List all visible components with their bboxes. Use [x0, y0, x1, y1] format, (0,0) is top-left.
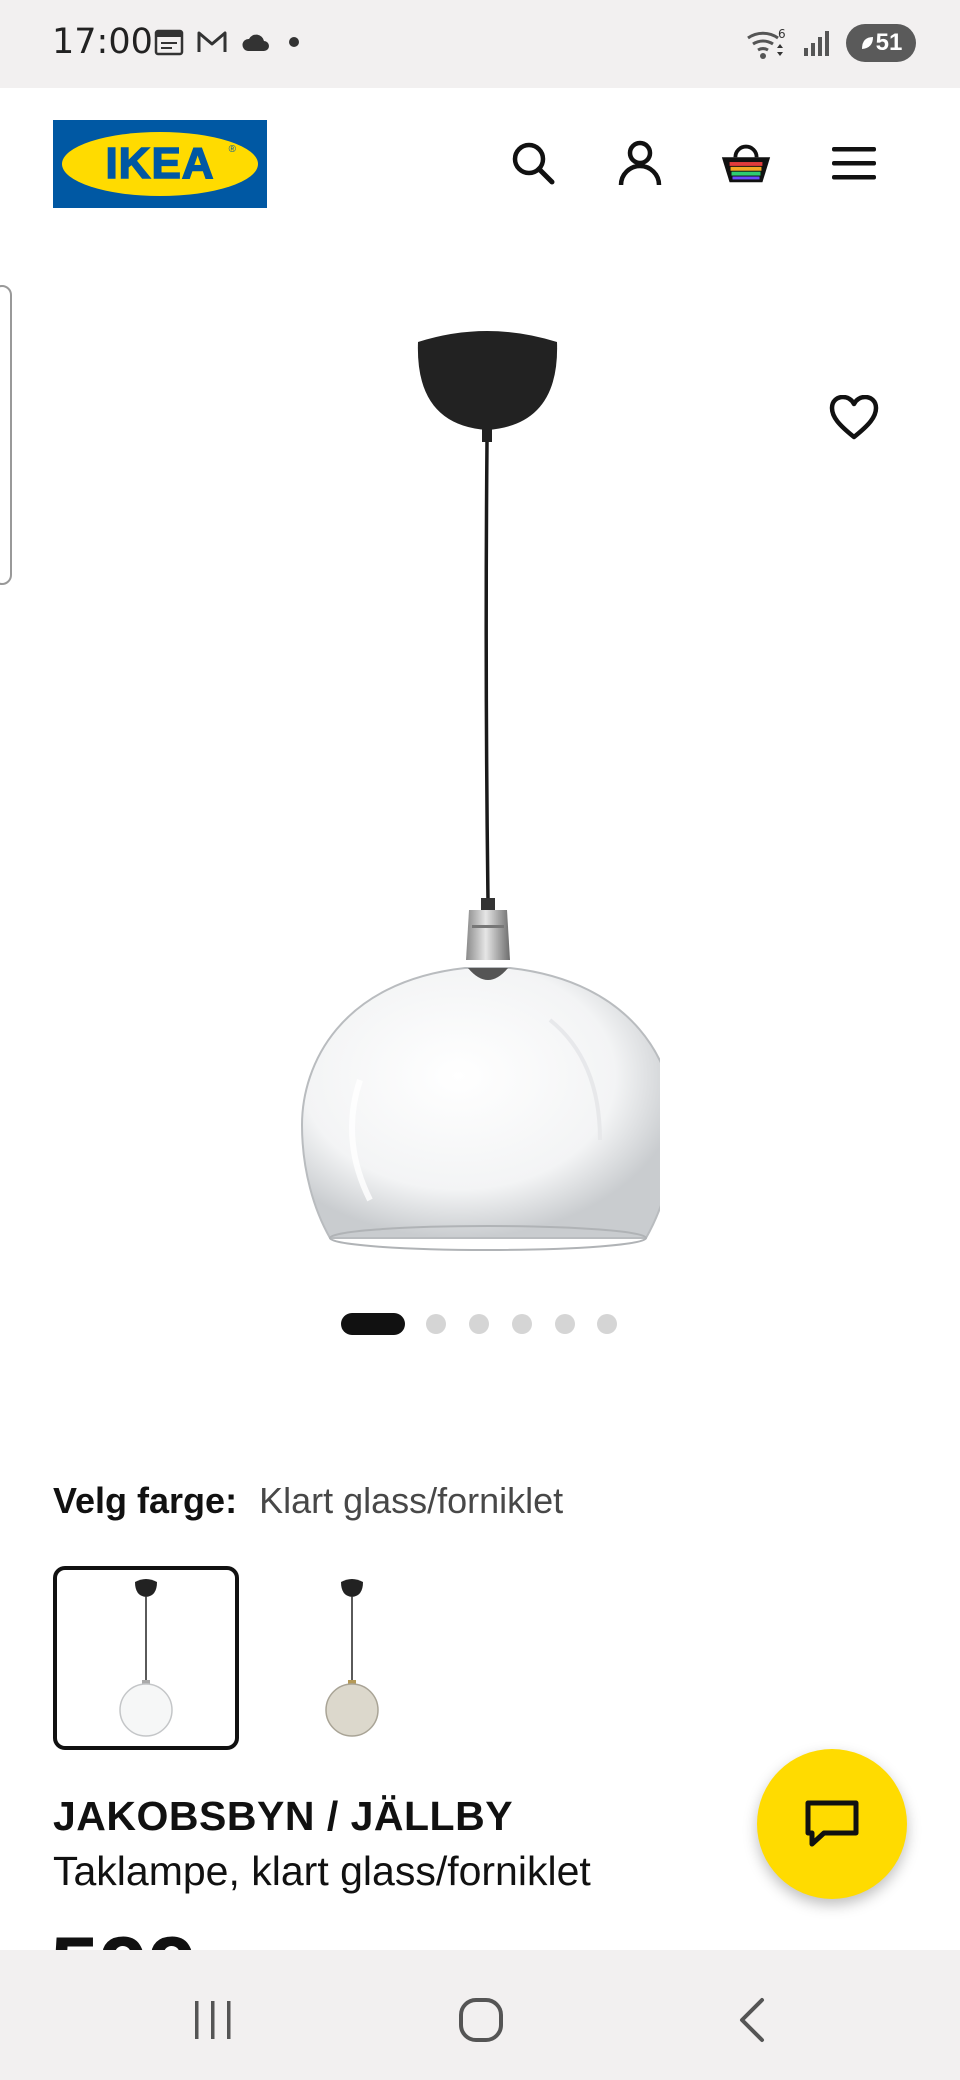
dot-icon: [289, 37, 299, 47]
signal-icon: [804, 31, 829, 56]
pagination-dot-active[interactable]: [341, 1313, 405, 1335]
color-value: Klart glass/forniklet: [259, 1480, 564, 1521]
back-button[interactable]: [711, 1980, 791, 2060]
leaf-icon: [861, 37, 873, 49]
status-time: 17:00: [52, 22, 153, 62]
home-button[interactable]: [441, 1980, 521, 2060]
account-icon: [618, 140, 662, 186]
color-swatch-clear-glass[interactable]: [53, 1566, 239, 1750]
menu-icon: [832, 147, 876, 180]
product-description: Taklampe, klart glass/forniklet: [53, 1848, 591, 1894]
status-bar: 17:00 6 51: [0, 0, 960, 88]
heart-icon: [829, 395, 879, 440]
product-name: JAKOBSBYN / JÄLLBY: [53, 1793, 514, 1839]
shopping-bag-icon: [721, 144, 771, 183]
logo-registered-mark: ®: [228, 144, 236, 155]
battery-indicator: 51: [846, 24, 916, 62]
pagination-dot[interactable]: [555, 1314, 575, 1334]
pagination-dot[interactable]: [512, 1314, 532, 1334]
search-icon: [512, 142, 555, 185]
system-nav-bar: [0, 1950, 960, 2080]
system-icons: 6 51: [744, 24, 916, 62]
price-value: 599: [50, 1924, 197, 1951]
wifi-icon: 6: [747, 27, 786, 59]
pagination-dot[interactable]: [426, 1314, 446, 1334]
color-label: Velg farge:: [53, 1480, 238, 1521]
battery-level: 51: [875, 29, 903, 56]
color-swatch-smoked-glass[interactable]: [258, 1566, 444, 1750]
product-price: 599: [50, 1918, 197, 1951]
wifi-badge: 6: [778, 27, 786, 41]
notification-icons: [154, 28, 306, 56]
site-header: IKEA ®: [0, 88, 960, 238]
account-button[interactable]: [612, 135, 668, 191]
pagination-dot[interactable]: [469, 1314, 489, 1334]
product-image: [300, 331, 660, 1251]
recent-apps-icon: [195, 2001, 231, 2039]
gmail-icon: [197, 31, 227, 52]
calendar-icon: [154, 29, 184, 56]
chat-button[interactable]: [757, 1749, 907, 1899]
logo-ellipse: IKEA ®: [62, 132, 258, 196]
ikea-logo[interactable]: IKEA ®: [53, 120, 267, 208]
search-button[interactable]: [505, 135, 561, 191]
home-icon: [459, 1998, 503, 2042]
recent-apps-button[interactable]: [173, 1980, 253, 2060]
swatch-lamp-grey-image: [325, 1579, 379, 1737]
chat-icon: [805, 1800, 859, 1847]
back-icon: [740, 1998, 764, 2042]
image-pagination: [0, 1313, 960, 1335]
swatch-lamp-clear-image: [119, 1579, 173, 1737]
color-selector: Velg farge: Klart glass/forniklet: [53, 1480, 563, 1522]
cloud-icon: [242, 34, 269, 51]
shopping-bag-button[interactable]: [718, 135, 774, 191]
logo-text: IKEA: [105, 138, 215, 189]
pagination-dot[interactable]: [597, 1314, 617, 1334]
side-panel-handle[interactable]: [0, 285, 12, 585]
favorite-button[interactable]: [822, 386, 886, 450]
menu-button[interactable]: [826, 135, 882, 191]
